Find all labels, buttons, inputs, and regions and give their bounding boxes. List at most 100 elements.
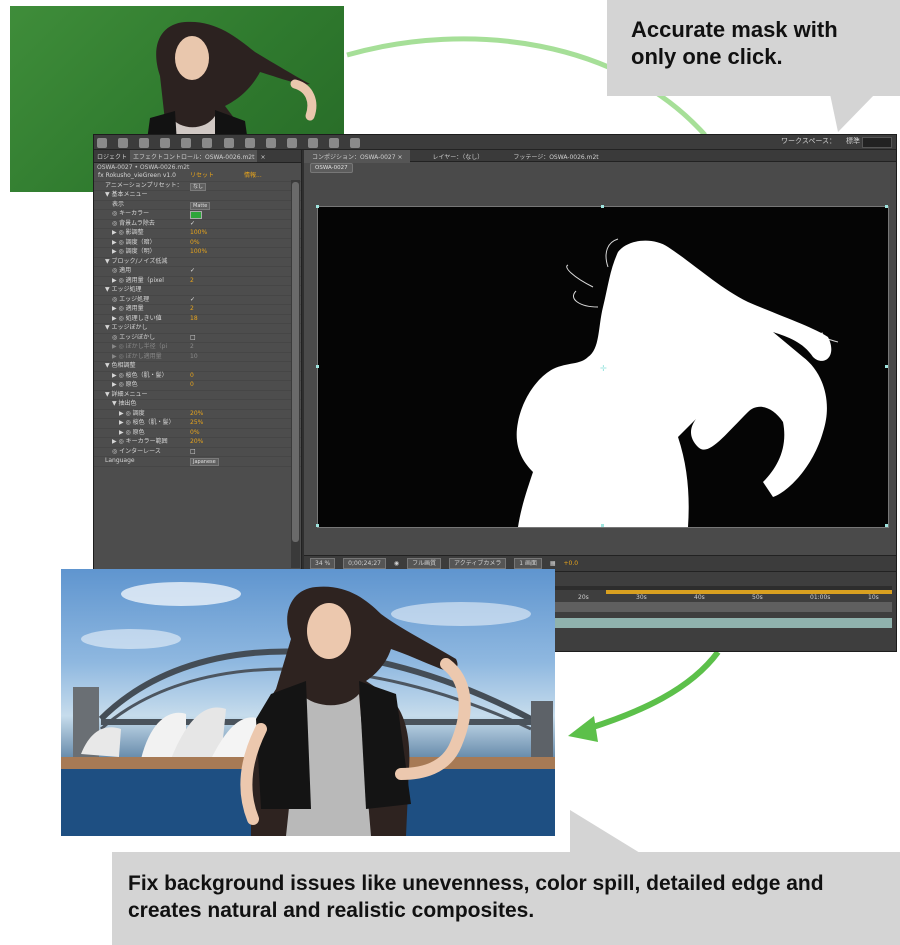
effect-parameter-row[interactable]: ▼ エッジ処理 — [94, 286, 301, 296]
composition-name-chip[interactable]: OSWA-0027 — [310, 163, 353, 173]
parameter-value[interactable]: 20% — [190, 438, 203, 447]
parameter-value[interactable]: 0% — [190, 239, 200, 248]
mask-tool-icon[interactable] — [223, 138, 234, 148]
effect-panel-scrollbar[interactable] — [291, 180, 300, 568]
selection-tool-icon[interactable] — [97, 138, 107, 148]
effect-parameter-row[interactable]: アニメーションプリセット： なし — [94, 182, 301, 191]
camera-select[interactable]: アクティブカメラ — [449, 558, 507, 569]
effect-parameter-row[interactable]: ▶ ◎ 適用量 2 — [94, 305, 301, 315]
resize-handle[interactable] — [601, 524, 604, 527]
effect-parameter-row[interactable]: ▼ 基本メニュー — [94, 191, 301, 201]
parameter-value[interactable]: 0 — [190, 381, 194, 390]
effect-parameter-row[interactable]: ▼ エッジぼかし — [94, 324, 301, 334]
effect-parameter-row[interactable]: ▶ ◎ 適用量（pixel 2 — [94, 276, 301, 286]
parameter-label: ▶ ◎ 適用量（pixel — [112, 276, 164, 284]
parameter-value[interactable]: ✓ — [190, 220, 195, 229]
text-tool-icon[interactable] — [265, 138, 276, 148]
scrollbar-thumb[interactable] — [292, 182, 299, 542]
resize-handle[interactable] — [601, 205, 604, 208]
effect-parameter-row[interactable]: ▶ ◎ 調度（暗） 0% — [94, 239, 301, 248]
camera-tool-icon[interactable] — [181, 138, 192, 148]
zoom-tool-icon[interactable] — [139, 138, 150, 148]
effect-parameter-row[interactable]: ▶ ◎ 調度（明） 100% — [94, 248, 301, 258]
effect-parameter-row[interactable]: ▼ 詳細メニュー — [94, 391, 301, 400]
effect-panel-tab[interactable]: × — [257, 152, 268, 162]
effect-parameter-row[interactable]: ◎ エッジぼかし □ — [94, 334, 301, 343]
timeline-layer-track[interactable] — [552, 602, 892, 612]
parameter-value[interactable]: □ — [190, 334, 196, 343]
resize-handle[interactable] — [885, 365, 888, 368]
parameter-value[interactable]: リセット — [190, 172, 214, 181]
parameter-value[interactable]: 20% — [190, 410, 203, 419]
effect-parameter-row[interactable]: ▶ ◎ 調度 20% — [94, 410, 301, 419]
effect-parameter-row[interactable]: fx Rokusho_vieGreen v1.0 リセット 情報... — [94, 172, 301, 182]
stamp-tool-icon[interactable] — [307, 138, 318, 148]
effect-parameter-row[interactable]: ◎ キーカラー — [94, 210, 301, 220]
resize-handle[interactable] — [885, 524, 888, 527]
effect-parameter-row[interactable]: ◎ 適用 ✓ — [94, 267, 301, 277]
parameter-value[interactable]: 100% — [190, 229, 207, 238]
parameter-value[interactable]: □ — [190, 448, 196, 457]
composition-tab[interactable]: フッテージ：OSWA-0026.m2t — [505, 150, 606, 163]
composition-tab[interactable]: コンポジション：OSWA-0027 × — [304, 150, 411, 163]
parameter-value[interactable]: 2 — [190, 277, 194, 286]
parameter-dropdown[interactable]: Japanese — [190, 458, 219, 466]
view-layout-select[interactable]: 1 画面 — [514, 558, 542, 569]
effect-parameter-row[interactable]: ▼ 抽出色 — [94, 400, 301, 410]
effect-parameter-row[interactable]: 表示 Matte — [94, 201, 301, 210]
parameter-value[interactable]: ✓ — [190, 267, 195, 276]
effect-parameter-row[interactable]: Language Japanese — [94, 457, 301, 467]
pen-tool-icon[interactable] — [244, 138, 255, 148]
parameter-value[interactable]: 25% — [190, 419, 203, 428]
resize-handle[interactable] — [885, 205, 888, 208]
resize-handle[interactable] — [316, 524, 319, 527]
exposure-offset-value[interactable]: +0.0 — [564, 556, 579, 571]
parameter-value[interactable]: 2 — [190, 305, 194, 314]
parameter-value[interactable]: ✓ — [190, 296, 195, 305]
parameter-value[interactable]: 2 — [190, 343, 194, 352]
effect-panel-tab[interactable]: ロジェクト — [94, 150, 130, 162]
puppet-tool-icon[interactable] — [350, 138, 361, 148]
effect-parameter-row[interactable]: ▶ ◎ キーカラー範囲 20% — [94, 438, 301, 448]
resize-handle[interactable] — [316, 205, 319, 208]
effect-info-link[interactable]: 情報... — [244, 172, 262, 181]
effect-parameter-row[interactable]: ▶ ◎ 桜色（肌・髪） 0 — [94, 372, 301, 381]
key-color-swatch[interactable] — [190, 211, 202, 219]
effect-parameter-row[interactable]: ▶ ◎ 桜色（肌・髪） 25% — [94, 419, 301, 429]
effect-parameter-row[interactable]: ◎ 背景ムラ除去 ✓ — [94, 220, 301, 229]
effect-panel-tab[interactable]: エフェクトコントロール：OSWA-0026.m2t — [130, 150, 258, 162]
effect-parameter-row[interactable]: ▼ 色相調整 — [94, 362, 301, 372]
composition-viewer[interactable]: ✛ — [316, 205, 889, 528]
pan-tool-icon[interactable] — [202, 138, 213, 148]
resize-handle[interactable] — [316, 365, 319, 368]
parameter-value[interactable]: 18 — [190, 315, 198, 324]
search-help-input[interactable] — [862, 137, 892, 148]
brush-tool-icon[interactable] — [286, 138, 297, 148]
timecode-field[interactable]: 0;00;24;27 — [343, 558, 386, 569]
effect-parameter-row[interactable]: ▶ ◎ 処理しきい値 18 — [94, 315, 301, 324]
eraser-tool-icon[interactable] — [329, 138, 340, 148]
effect-parameter-row[interactable]: ◎ インターレース □ — [94, 448, 301, 457]
parameter-dropdown[interactable]: Matte — [190, 201, 211, 210]
effect-parameter-row[interactable]: ▶ ◎ 原色 0% — [94, 429, 301, 438]
timeline-layer-bar[interactable] — [552, 618, 892, 628]
effect-parameter-row[interactable]: ▶ ◎ 影調整 100% — [94, 229, 301, 239]
parameter-dropdown[interactable]: なし — [190, 182, 207, 191]
parameter-value[interactable]: 10 — [190, 353, 198, 362]
parameter-value[interactable]: 100% — [190, 248, 207, 257]
resolution-select[interactable]: フル画質 — [407, 558, 442, 569]
effect-parameter-row[interactable]: ▶ ◎ ぼかし半径（pi 2 — [94, 343, 301, 353]
effect-parameter-row[interactable]: ▶ ◎ ぼかし適用量 10 — [94, 353, 301, 362]
effect-parameter-row[interactable]: ▼ ブロック/ノイズ低減 — [94, 258, 301, 267]
rotate-tool-icon[interactable] — [160, 138, 171, 148]
workspace-select[interactable]: 標準 — [846, 136, 860, 146]
zoom-select[interactable]: 34 % — [310, 558, 336, 569]
anchor-point-icon[interactable]: ✛ — [600, 365, 607, 373]
parameter-value[interactable]: 0% — [190, 429, 200, 438]
effect-panel-subtitle: OSWA-0027 • OSWA-0026.m2t — [97, 164, 190, 171]
effect-parameter-row[interactable]: ▶ ◎ 原色 0 — [94, 381, 301, 391]
composition-tab[interactable]: レイヤー：（なし） — [424, 150, 491, 163]
hand-tool-icon[interactable] — [118, 138, 129, 148]
effect-parameter-row[interactable]: ◎ エッジ処理 ✓ — [94, 296, 301, 305]
parameter-value[interactable]: 0 — [190, 372, 194, 381]
